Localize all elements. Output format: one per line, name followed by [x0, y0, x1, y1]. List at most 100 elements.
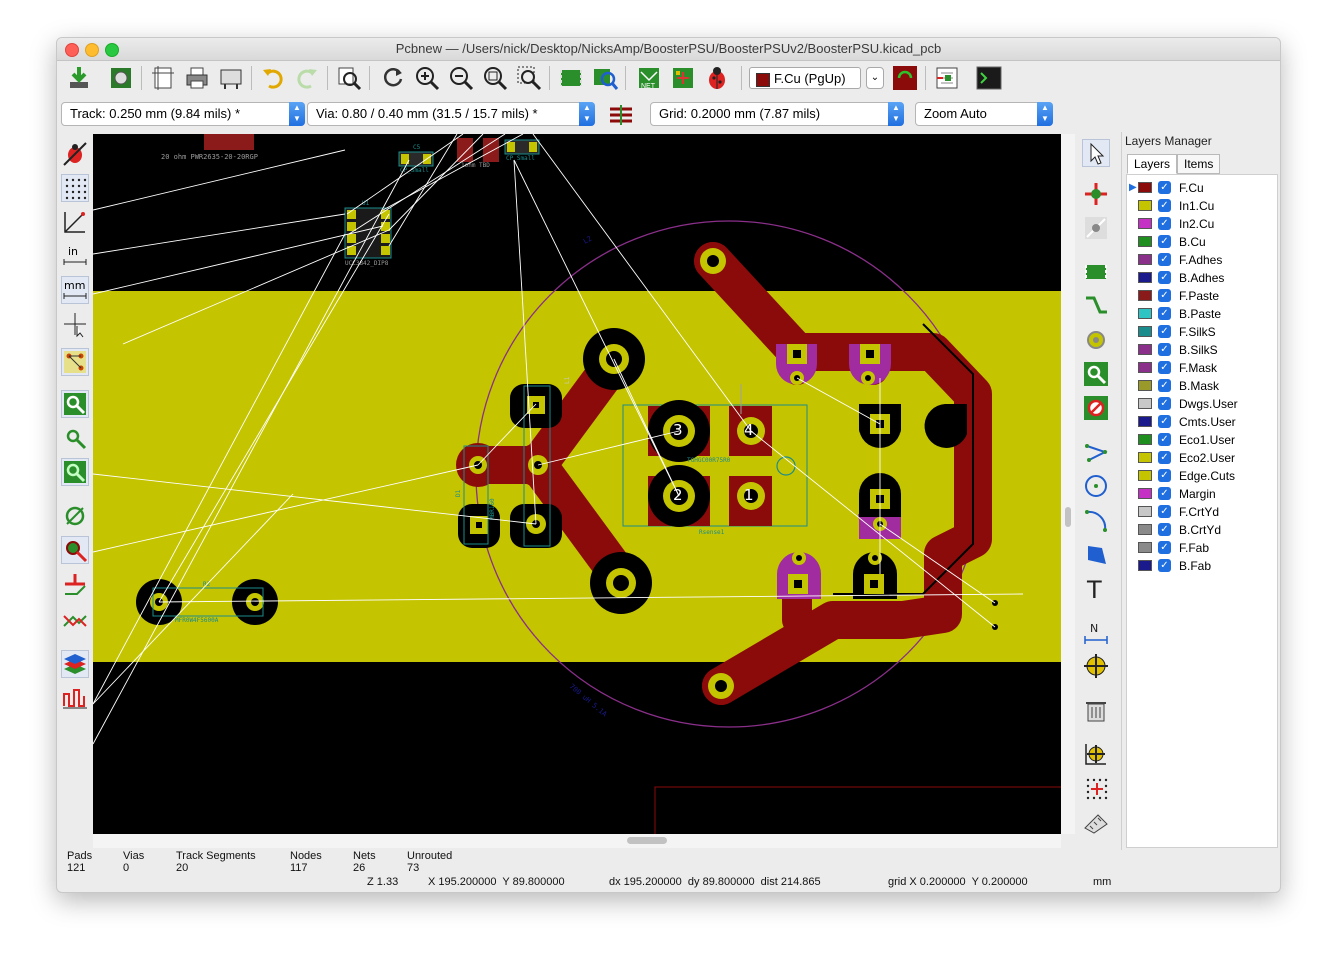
microwave-tools-icon[interactable] [61, 684, 89, 712]
layer-visibility-checkbox[interactable]: ✓ [1158, 379, 1171, 392]
layer-visibility-checkbox[interactable]: ✓ [1158, 181, 1171, 194]
page-settings-icon[interactable] [149, 64, 177, 92]
polar-coords-icon[interactable] [61, 208, 89, 236]
layer-pair-icon[interactable] [891, 64, 919, 92]
measure-tool-icon[interactable] [1082, 808, 1110, 836]
plot-icon[interactable] [217, 64, 245, 92]
active-layer-select[interactable]: F.Cu (PgUp) [749, 67, 861, 89]
layer-color-swatch[interactable] [1138, 308, 1152, 319]
add-keepout-icon[interactable] [1082, 394, 1110, 422]
inch-units-icon[interactable]: in [61, 242, 89, 270]
layer-visibility-checkbox[interactable]: ✓ [1158, 199, 1171, 212]
redraw-icon[interactable] [379, 64, 407, 92]
layer-visibility-checkbox[interactable]: ✓ [1158, 433, 1171, 446]
route-track-icon[interactable] [1082, 292, 1110, 320]
layer-visibility-checkbox[interactable]: ✓ [1158, 397, 1171, 410]
layer-color-swatch[interactable] [1138, 272, 1152, 283]
board-setup-icon[interactable] [107, 64, 135, 92]
scroll-thumb[interactable] [1065, 507, 1071, 527]
add-line-icon[interactable] [1082, 438, 1110, 466]
layer-row[interactable]: ✓ F.Fab [1127, 539, 1277, 557]
layer-row[interactable]: ✓ B.Cu [1127, 233, 1277, 251]
zoom-out-icon[interactable] [447, 64, 475, 92]
show-ratsnest-icon[interactable] [61, 348, 89, 376]
layer-color-swatch[interactable] [1138, 380, 1152, 391]
high-contrast-icon[interactable] [61, 604, 89, 632]
pad-sketch-icon[interactable] [61, 502, 89, 530]
layers-manager-icon[interactable] [61, 650, 89, 678]
tab-layers[interactable]: Layers [1127, 154, 1178, 174]
layer-visibility-checkbox[interactable]: ✓ [1158, 451, 1171, 464]
show-grid-icon[interactable] [61, 174, 89, 202]
local-ratsnest-icon[interactable] [1082, 214, 1110, 242]
scroll-thumb[interactable] [627, 837, 667, 844]
highlight-net-icon[interactable] [1082, 180, 1110, 208]
layer-color-swatch[interactable] [1138, 326, 1152, 337]
layer-row[interactable]: ✓ B.Fab [1127, 557, 1277, 575]
auto-track-width-icon[interactable] [607, 101, 635, 129]
layer-color-swatch[interactable] [1138, 488, 1152, 499]
layer-row[interactable]: ✓ F.SilkS [1127, 323, 1277, 341]
layer-row[interactable]: ✓ F.Paste [1127, 287, 1277, 305]
undo-icon[interactable] [259, 64, 287, 92]
layer-row[interactable]: ✓ Dwgs.User [1127, 395, 1277, 413]
layer-color-swatch[interactable] [1138, 524, 1152, 535]
layer-visibility-checkbox[interactable]: ✓ [1158, 235, 1171, 248]
delete-tool-icon[interactable] [1082, 696, 1110, 724]
layer-row[interactable]: ✓ B.Mask [1127, 377, 1277, 395]
layer-visibility-checkbox[interactable]: ✓ [1158, 523, 1171, 536]
add-zone-icon[interactable] [1082, 360, 1110, 388]
cursor-shape-icon[interactable] [61, 310, 89, 338]
layer-color-swatch[interactable] [1138, 290, 1152, 301]
layer-row[interactable]: ✓ F.Adhes [1127, 251, 1277, 269]
drill-origin-icon[interactable] [1082, 740, 1110, 768]
via-sketch-icon[interactable] [61, 536, 89, 564]
scripting-icon[interactable] [933, 64, 961, 92]
layer-color-swatch[interactable] [1138, 560, 1152, 571]
via-size-select[interactable]: Via: 0.80 / 0.40 mm (31.5 / 15.7 mils) *… [307, 102, 595, 126]
layer-row[interactable]: ✓ B.CrtYd [1127, 521, 1277, 539]
footprint-editor-icon[interactable] [557, 64, 585, 92]
redo-icon[interactable] [293, 64, 321, 92]
zoom-fit-icon[interactable] [481, 64, 509, 92]
layer-visibility-checkbox[interactable]: ✓ [1158, 343, 1171, 356]
layer-visibility-checkbox[interactable]: ✓ [1158, 541, 1171, 554]
layer-color-swatch[interactable] [1138, 200, 1152, 211]
layer-visibility-checkbox[interactable]: ✓ [1158, 559, 1171, 572]
add-arc-icon[interactable] [1082, 506, 1110, 534]
layer-visibility-checkbox[interactable]: ✓ [1158, 289, 1171, 302]
horizontal-scrollbar[interactable] [93, 834, 1061, 848]
layer-visibility-checkbox[interactable]: ✓ [1158, 487, 1171, 500]
layer-color-swatch[interactable] [1138, 506, 1152, 517]
layer-color-swatch[interactable] [1138, 470, 1152, 481]
select-tool-icon[interactable] [1082, 139, 1110, 167]
layer-row[interactable]: ▶ ✓ F.Cu [1127, 179, 1277, 197]
layer-visibility-checkbox[interactable]: ✓ [1158, 217, 1171, 230]
layer-visibility-checkbox[interactable]: ✓ [1158, 325, 1171, 338]
layer-visibility-checkbox[interactable]: ✓ [1158, 271, 1171, 284]
layer-color-swatch[interactable] [1138, 362, 1152, 373]
layer-row[interactable]: ✓ B.Adhes [1127, 269, 1277, 287]
mm-units-icon[interactable]: mm [61, 276, 89, 304]
add-polygon-icon[interactable] [1082, 540, 1110, 568]
layer-row[interactable]: ✓ Eco1.User [1127, 431, 1277, 449]
add-dimension-icon[interactable]: N [1082, 618, 1110, 646]
layer-visibility-checkbox[interactable]: ✓ [1158, 469, 1171, 482]
layer-row[interactable]: ✓ Edge.Cuts [1127, 467, 1277, 485]
grid-origin-icon[interactable] [1082, 774, 1110, 802]
save-board-icon[interactable] [65, 64, 93, 92]
zoom-in-icon[interactable] [413, 64, 441, 92]
update-pcb-icon[interactable] [669, 64, 697, 92]
zoom-select[interactable]: Zoom Auto ▲ ▼ [915, 102, 1053, 126]
add-circle-icon[interactable] [1082, 472, 1110, 500]
layer-row[interactable]: ✓ Cmts.User [1127, 413, 1277, 431]
add-via-icon[interactable] [1082, 326, 1110, 354]
minimize-window-button[interactable] [85, 43, 99, 57]
netlist-icon[interactable]: NET [635, 64, 663, 92]
layer-row[interactable]: ✓ B.SilkS [1127, 341, 1277, 359]
layer-color-swatch[interactable] [1138, 344, 1152, 355]
find-icon[interactable] [335, 64, 363, 92]
layer-row[interactable]: ✓ Eco2.User [1127, 449, 1277, 467]
layer-visibility-checkbox[interactable]: ✓ [1158, 307, 1171, 320]
close-window-button[interactable] [65, 43, 79, 57]
